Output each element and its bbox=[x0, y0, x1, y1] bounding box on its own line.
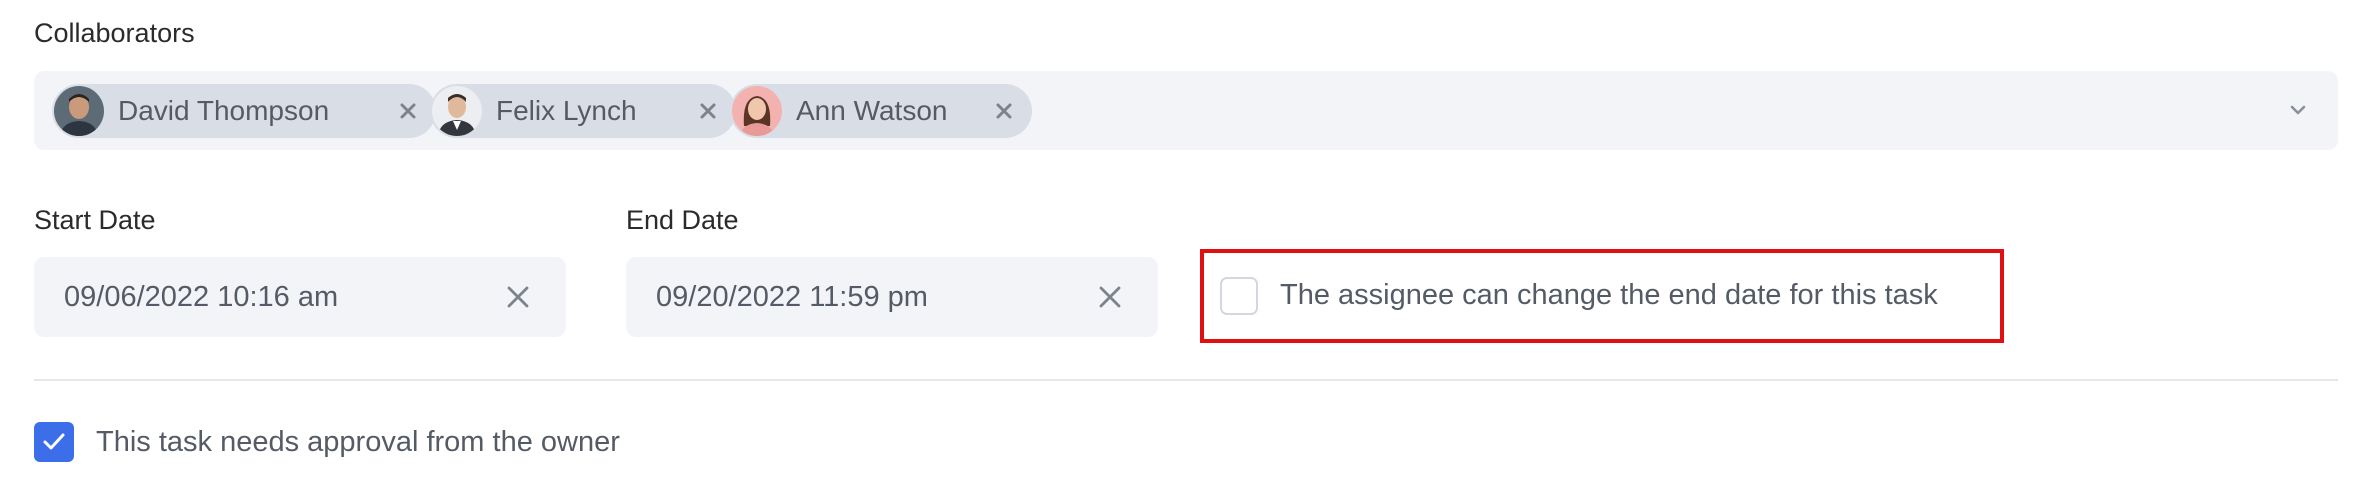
end-date-field[interactable]: 09/20/2022 11:59 pm bbox=[626, 257, 1158, 337]
chevron-down-icon[interactable] bbox=[2286, 98, 2310, 122]
collaborator-name: David Thompson bbox=[118, 95, 330, 126]
collaborator-chip: David Thompson bbox=[52, 84, 436, 138]
collaborator-name: Felix Lynch bbox=[496, 95, 637, 126]
checkmark-icon bbox=[43, 433, 65, 450]
collaborator-chip: Felix Lynch bbox=[430, 84, 736, 138]
start-date-value: 09/06/2022 10:16 am bbox=[64, 281, 339, 313]
divider bbox=[34, 379, 2338, 381]
close-icon[interactable] bbox=[394, 97, 422, 125]
start-date-label: Start Date bbox=[34, 205, 156, 235]
close-icon[interactable] bbox=[1096, 283, 1124, 311]
close-icon[interactable] bbox=[694, 97, 722, 125]
collaborator-name: Ann Watson bbox=[796, 95, 948, 126]
avatar bbox=[432, 86, 482, 136]
collaborators-select[interactable]: David Thompson Felix Lynch Ann Watson bbox=[34, 71, 2338, 150]
assignee-change-end-date-checkbox[interactable] bbox=[1220, 277, 1258, 315]
assignee-change-end-date-label: The assignee can change the end date for… bbox=[1280, 279, 1938, 311]
end-date-value: 09/20/2022 11:59 pm bbox=[656, 281, 928, 313]
end-date-label: End Date bbox=[626, 205, 739, 235]
collaborators-label: Collaborators bbox=[34, 18, 195, 48]
start-date-field[interactable]: 09/06/2022 10:16 am bbox=[34, 257, 566, 337]
collaborator-chip: Ann Watson bbox=[730, 84, 1032, 138]
avatar bbox=[54, 86, 104, 136]
avatar bbox=[732, 86, 782, 136]
close-icon[interactable] bbox=[504, 283, 532, 311]
assignee-change-option-highlight: The assignee can change the end date for… bbox=[1200, 249, 2004, 343]
approval-checkbox[interactable] bbox=[34, 422, 74, 462]
close-icon[interactable] bbox=[990, 97, 1018, 125]
approval-label: This task needs approval from the owner bbox=[96, 426, 620, 458]
